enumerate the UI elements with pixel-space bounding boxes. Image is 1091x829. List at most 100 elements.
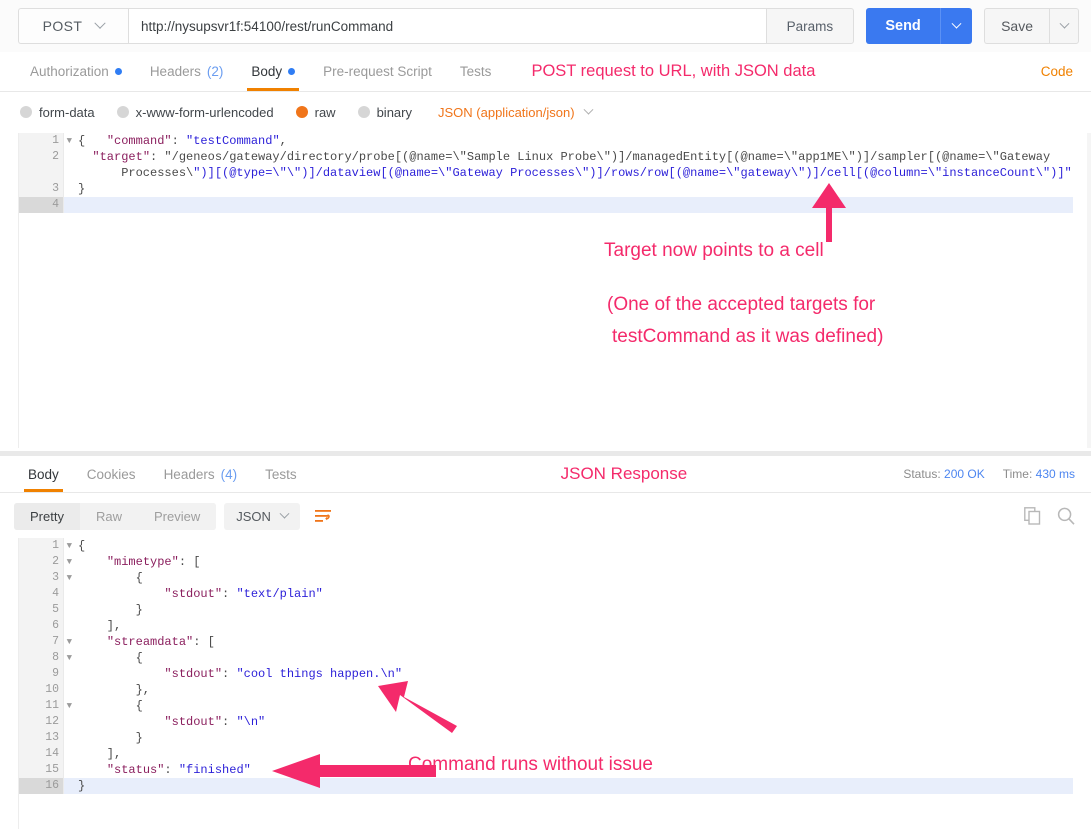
params-label: Params xyxy=(787,19,834,34)
tab-response-body[interactable]: Body xyxy=(14,456,73,492)
status-dot-icon xyxy=(288,68,295,75)
tab-label: Authorization xyxy=(30,64,109,79)
time-group: Time: 430 ms xyxy=(1003,467,1075,481)
request-body-editor[interactable]: 1▼{ "command": "testCommand",2 "target":… xyxy=(18,133,1073,448)
radio-label: form-data xyxy=(39,105,95,120)
code-line[interactable]: 1▼{ xyxy=(19,538,1073,554)
line-content: { xyxy=(63,698,1073,714)
search-button[interactable] xyxy=(1057,507,1075,525)
code-line[interactable]: 12 "stdout": "\n" xyxy=(19,714,1073,730)
time-label: Time: xyxy=(1003,467,1033,481)
radio-x-www-form-urlencoded[interactable]: x-www-form-urlencoded xyxy=(117,105,274,120)
postman-window: POST Params Send Save Authorization Head… xyxy=(0,0,1091,829)
radio-icon xyxy=(20,106,32,118)
editor-scrollbar[interactable] xyxy=(1087,133,1091,448)
fold-toggle-icon[interactable]: ▼ xyxy=(67,650,72,666)
line-number: 14 xyxy=(19,746,63,762)
fold-toggle-icon[interactable]: ▼ xyxy=(67,538,72,554)
code-line[interactable]: 5 } xyxy=(19,602,1073,618)
fold-toggle-icon[interactable]: ▼ xyxy=(67,554,72,570)
fold-toggle-icon[interactable]: ▼ xyxy=(67,570,72,586)
code-line[interactable]: 8▼ { xyxy=(19,650,1073,666)
radio-binary[interactable]: binary xyxy=(358,105,412,120)
tab-response-cookies[interactable]: Cookies xyxy=(73,456,150,492)
code-line[interactable]: 10 }, xyxy=(19,682,1073,698)
radio-form-data[interactable]: form-data xyxy=(20,105,95,120)
code-line[interactable]: 4 xyxy=(19,197,1073,213)
line-number: 15 xyxy=(19,762,63,778)
code-line[interactable]: 11▼ { xyxy=(19,698,1073,714)
send-button[interactable]: Send xyxy=(866,8,940,44)
code-line[interactable]: 3▼ { xyxy=(19,570,1073,586)
code-line[interactable]: 3} xyxy=(19,181,1073,197)
code-line[interactable]: 9 "stdout": "cool things happen.\n" xyxy=(19,666,1073,682)
line-number: 8▼ xyxy=(19,650,63,666)
save-button-group: Save xyxy=(984,8,1079,44)
tab-response-headers[interactable]: Headers (4) xyxy=(150,456,252,492)
save-options-dropdown[interactable] xyxy=(1049,8,1079,44)
code-line[interactable]: 7▼ "streamdata": [ xyxy=(19,634,1073,650)
code-line[interactable]: Processes\")][(@type=\"\")]/dataview[(@n… xyxy=(19,165,1073,181)
save-button[interactable]: Save xyxy=(984,8,1049,44)
response-body-editor[interactable]: 1▼{2▼ "mimetype": [3▼ {4 "stdout": "text… xyxy=(18,538,1073,829)
copy-button[interactable] xyxy=(1024,507,1041,525)
tab-label: Tests xyxy=(265,467,297,482)
line-number: 2 xyxy=(19,149,63,165)
response-tools xyxy=(1024,507,1075,525)
tab-label: Cookies xyxy=(87,467,136,482)
tab-label: Pre-request Script xyxy=(323,64,432,79)
tab-count: (4) xyxy=(221,467,238,482)
radio-raw[interactable]: raw xyxy=(296,105,336,120)
view-mode-raw[interactable]: Raw xyxy=(80,503,138,530)
request-url-bar: POST Params Send Save xyxy=(0,0,1091,52)
fold-toggle-icon[interactable]: ▼ xyxy=(67,634,72,650)
tab-response-tests[interactable]: Tests xyxy=(251,456,311,492)
radio-icon xyxy=(358,106,370,118)
line-content: ], xyxy=(63,746,1073,762)
annotation-response-note: JSON Response xyxy=(561,456,688,492)
tab-authorization[interactable]: Authorization xyxy=(16,52,136,91)
line-number: 2▼ xyxy=(19,554,63,570)
view-mode-preview[interactable]: Preview xyxy=(138,503,216,530)
status-group: Status: 200 OK xyxy=(903,467,984,481)
code-line[interactable]: 14 ], xyxy=(19,746,1073,762)
response-tab-bar: Body Cookies Headers (4) Tests JSON Resp… xyxy=(0,456,1091,493)
line-content: "mimetype": [ xyxy=(63,554,1073,570)
request-url-input[interactable] xyxy=(128,8,766,44)
view-mode-pretty[interactable]: Pretty xyxy=(14,503,80,530)
code-line[interactable]: 15 "status": "finished" xyxy=(19,762,1073,778)
tab-count: (2) xyxy=(207,64,224,79)
line-number: 12 xyxy=(19,714,63,730)
line-content: { "command": "testCommand", xyxy=(63,133,1073,149)
wrap-lines-button[interactable] xyxy=(308,502,338,530)
raw-format-dropdown[interactable]: JSON (application/json) xyxy=(438,105,592,120)
send-button-group: Send xyxy=(866,8,972,44)
code-link[interactable]: Code xyxy=(1041,52,1073,91)
fold-toggle-icon[interactable]: ▼ xyxy=(67,133,72,149)
code-line[interactable]: 4 "stdout": "text/plain" xyxy=(19,586,1073,602)
line-content: "streamdata": [ xyxy=(63,634,1073,650)
code-line[interactable]: 1▼{ "command": "testCommand", xyxy=(19,133,1073,149)
fold-toggle-icon[interactable]: ▼ xyxy=(67,698,72,714)
chevron-down-icon xyxy=(95,18,106,29)
tab-pre-request-script[interactable]: Pre-request Script xyxy=(309,52,446,91)
code-line[interactable]: 2▼ "mimetype": [ xyxy=(19,554,1073,570)
code-line[interactable]: 13 } xyxy=(19,730,1073,746)
tab-tests[interactable]: Tests xyxy=(446,52,506,91)
code-line[interactable]: 16} xyxy=(19,778,1073,794)
tab-body[interactable]: Body xyxy=(237,52,309,91)
line-number xyxy=(19,165,63,181)
response-meta: Status: 200 OK Time: 430 ms xyxy=(903,456,1075,492)
tab-headers[interactable]: Headers (2) xyxy=(136,52,238,91)
http-method-dropdown[interactable]: POST xyxy=(18,8,128,44)
response-format-dropdown[interactable]: JSON xyxy=(224,503,300,530)
send-options-dropdown[interactable] xyxy=(940,8,972,44)
line-content: { xyxy=(63,650,1073,666)
params-button[interactable]: Params xyxy=(766,8,855,44)
line-number: 11▼ xyxy=(19,698,63,714)
code-line[interactable]: 2 "target": "/geneos/gateway/directory/p… xyxy=(19,149,1073,165)
line-number: 6 xyxy=(19,618,63,634)
code-line[interactable]: 6 ], xyxy=(19,618,1073,634)
line-content: "status": "finished" xyxy=(63,762,1073,778)
radio-icon-selected xyxy=(296,106,308,118)
